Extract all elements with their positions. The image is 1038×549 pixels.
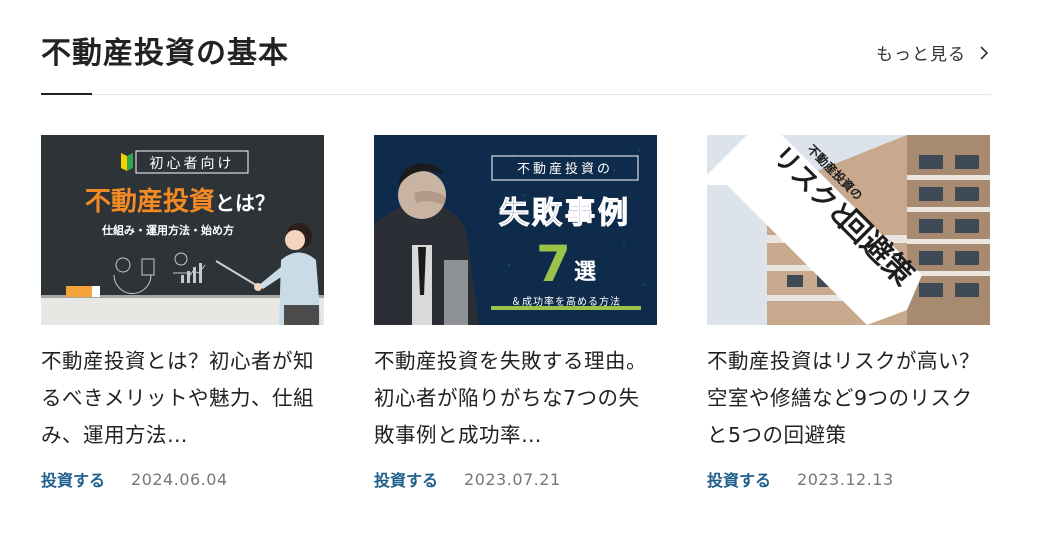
article-category[interactable]: 投資する [707,467,771,491]
article-section: 不動産投資の基本 もっと見る 初心者向け 不動産投資とは？ 仕組み・運用方法・始… [0,0,1038,549]
thumb-subline: 仕組み・運用方法・始め方 [101,223,234,237]
article-thumbnail[interactable]: 初心者向け 不動産投資とは？ 仕組み・運用方法・始め方 [41,135,324,325]
article-meta: 投資する 2023.07.21 [374,467,657,491]
section-divider [41,94,991,95]
more-link-label: もっと見る [876,45,966,65]
article-title[interactable]: 不動産投資を失敗する理由。 初心者が陥りがちな7つの失敗事例と成功率… [374,343,657,454]
article-card[interactable]: 不動産投資の 失敗事例 7 選 ＆成功率を高める方法 不動産投資を失敗する理由。… [374,135,657,491]
section-title: 不動産投資の基本 [41,36,289,71]
more-link[interactable]: もっと見る [876,40,990,65]
article-meta: 投資する 2024.06.04 [41,467,324,491]
article-category[interactable]: 投資する [41,467,105,491]
thumb-box-label: 不動産投資の [517,161,613,177]
thumb-badge: 初心者向け [150,155,235,172]
article-title[interactable]: 不動産投資とは？初心者が知るべきメリットや魅力、仕組み、運用方法… [41,343,324,454]
article-thumbnail[interactable]: 不動産投資の 失敗事例 7 選 ＆成功率を高める方法 [374,135,657,325]
thumbnail-image: 不動産投資の リスクと 回避策 [707,135,990,325]
article-meta: 投資する 2023.12.13 [707,467,990,491]
section-divider-accent [41,93,92,95]
article-date: 2023.12.13 [797,469,894,489]
article-card[interactable]: 初心者向け 不動産投資とは？ 仕組み・運用方法・始め方 不動産投資とは？初心者が… [41,135,324,491]
article-card[interactable]: 不動産投資の リスクと 回避策 不動産投資はリスクが高い？ 空室や修繕など9つの… [707,135,990,491]
thumbnail-image: 初心者向け 不動産投資とは？ 仕組み・運用方法・始め方 [41,135,324,325]
thumb-subline: ＆成功率を高める方法 [511,295,621,308]
article-category[interactable]: 投資する [374,467,438,491]
thumb-headline: 失敗事例 [499,196,631,231]
article-title[interactable]: 不動産投資はリスクが高い？ 空室や修繕など9つのリスクと5つの回避策 [707,343,990,454]
chevron-right-icon [980,45,989,60]
thumb-headline: 不動産投資とは？ [85,186,275,217]
thumb-number: 7 [536,235,571,293]
article-date: 2023.07.21 [464,469,561,489]
article-date: 2024.06.04 [131,469,228,489]
thumb-number-suffix: 選 [574,260,596,285]
article-list: 初心者向け 不動産投資とは？ 仕組み・運用方法・始め方 不動産投資とは？初心者が… [41,135,991,491]
article-thumbnail[interactable]: 不動産投資の リスクと 回避策 [707,135,990,325]
beginner-mark-icon [121,153,127,171]
thumbnail-image: 不動産投資の 失敗事例 7 選 ＆成功率を高める方法 [374,135,657,325]
